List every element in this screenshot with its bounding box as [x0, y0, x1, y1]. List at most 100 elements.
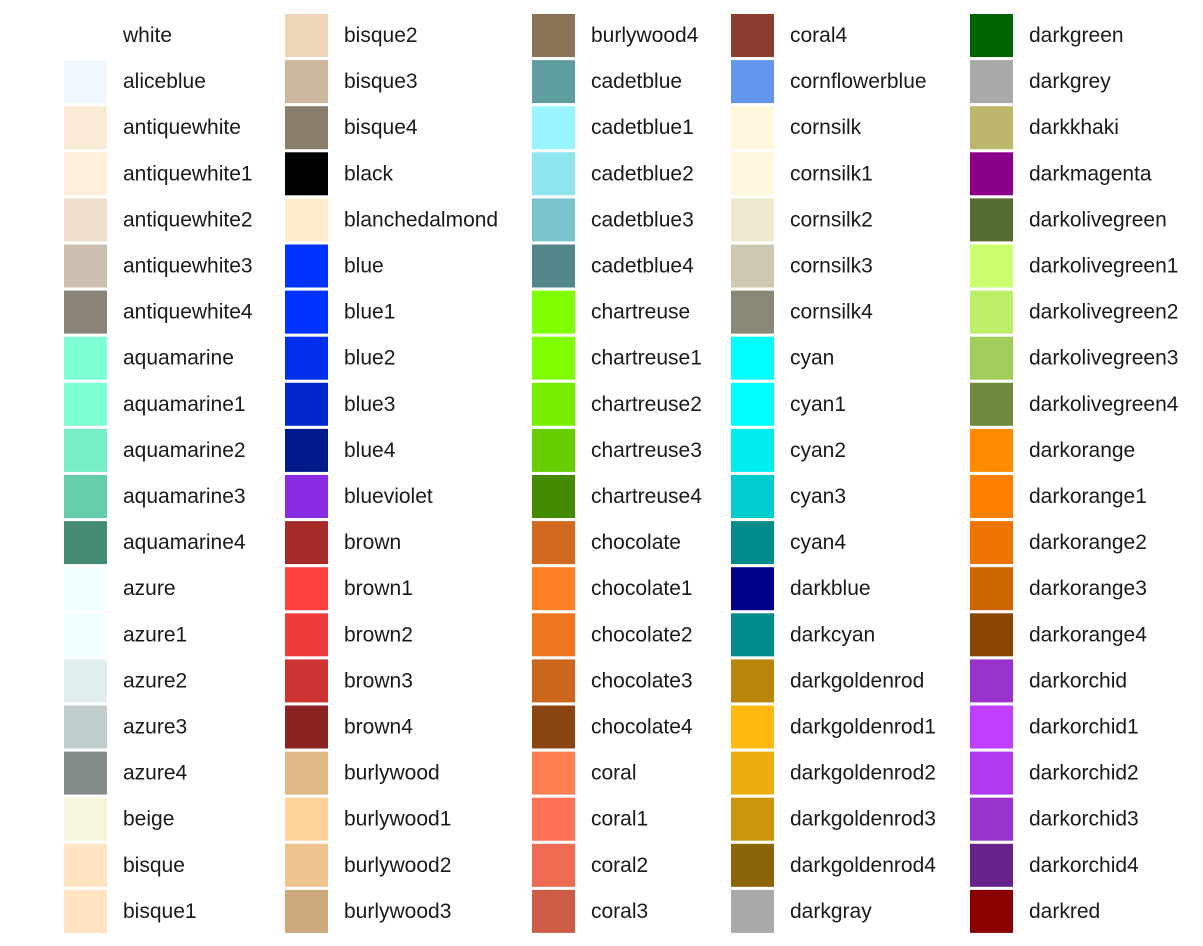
color-label: darkgray	[790, 900, 872, 923]
color-swatch	[64, 60, 107, 104]
color-label: chocolate1	[591, 577, 693, 600]
color-label: darkmagenta	[1029, 162, 1152, 185]
swatch-column: white aliceblue antiquewhite antiquewhite1 a…	[64, 14, 253, 933]
color-swatch	[285, 60, 328, 104]
color-swatch	[532, 889, 575, 933]
color-swatch	[731, 290, 774, 334]
color-label: blueviolet	[344, 485, 433, 508]
color-label: chocolate3	[591, 669, 693, 692]
color-swatch	[64, 521, 107, 565]
color-swatch	[970, 14, 1013, 57]
color-label: brown4	[344, 716, 413, 739]
color-label: darkorange1	[1029, 485, 1147, 508]
color-swatch	[532, 797, 575, 841]
color-label: azure3	[123, 716, 187, 739]
color-label: bisque	[123, 854, 185, 877]
color-label: blue3	[344, 393, 395, 416]
color-label: darkblue	[790, 577, 871, 600]
color-swatch	[64, 705, 107, 749]
color-swatch	[285, 475, 328, 518]
color-swatch	[64, 659, 107, 703]
color-swatch	[532, 336, 575, 380]
color-swatch	[970, 567, 1013, 611]
color-swatch	[970, 705, 1013, 749]
color-label: aliceblue	[123, 70, 206, 93]
color-label: antiquewhite4	[123, 301, 253, 324]
color-label: coral4	[790, 24, 848, 47]
color-swatch	[285, 613, 328, 657]
color-swatch	[532, 521, 575, 565]
color-label: cyan2	[790, 439, 846, 462]
color-label: aquamarine3	[123, 485, 246, 508]
color-swatch	[285, 705, 328, 749]
color-swatch	[64, 106, 107, 150]
color-label: darkorange	[1029, 439, 1135, 462]
color-swatch	[532, 705, 575, 749]
color-swatch	[64, 613, 107, 657]
color-swatch	[970, 843, 1013, 887]
color-label: darkorchid	[1029, 669, 1127, 692]
color-label: burlywood3	[344, 900, 451, 923]
color-swatch	[532, 106, 575, 150]
color-label: azure	[123, 577, 176, 600]
color-label: bisque2	[344, 24, 418, 47]
color-swatch	[731, 198, 774, 242]
color-swatch	[64, 244, 107, 288]
color-label: burlywood1	[344, 808, 451, 831]
color-label: darkgoldenrod3	[790, 808, 936, 831]
color-swatch	[731, 336, 774, 380]
color-swatch	[970, 797, 1013, 841]
color-label: darkorchid1	[1029, 716, 1139, 739]
color-label: cadetblue4	[591, 255, 694, 278]
swatch-column: bisque2 bisque3 bisque4 black blanchedalmond…	[285, 14, 498, 933]
color-label: darkorchid4	[1029, 854, 1139, 877]
color-swatch	[64, 336, 107, 380]
color-swatch	[64, 567, 107, 611]
color-swatch	[731, 797, 774, 841]
swatch-column: darkgreen darkgrey darkkhaki darkmagenta dar…	[970, 14, 1179, 933]
color-label: coral1	[591, 808, 648, 831]
color-swatch	[970, 659, 1013, 703]
color-label: cyan	[790, 347, 834, 370]
color-label: bisque1	[123, 900, 197, 923]
color-swatch	[285, 198, 328, 242]
color-swatch	[532, 198, 575, 242]
color-swatch	[970, 106, 1013, 150]
color-swatch	[532, 613, 575, 657]
color-label: darkcyan	[790, 623, 875, 646]
color-label: bisque3	[344, 70, 418, 93]
swatch-column: burlywood4 cadetblue cadetblue1 cadetblue2 c…	[532, 14, 702, 933]
color-swatch	[285, 290, 328, 334]
color-label: blue1	[344, 301, 395, 324]
color-swatch	[64, 198, 107, 242]
color-swatch	[731, 659, 774, 703]
color-swatch	[970, 751, 1013, 795]
color-swatch	[285, 152, 328, 196]
color-label: antiquewhite	[123, 116, 241, 139]
color-swatch	[64, 428, 107, 472]
color-label: chartreuse2	[591, 393, 702, 416]
color-label: chartreuse4	[591, 485, 702, 508]
color-swatch	[731, 428, 774, 472]
color-label: darkgreen	[1029, 24, 1124, 47]
color-swatch	[532, 751, 575, 795]
color-swatch	[532, 290, 575, 334]
color-label: darkorchid3	[1029, 808, 1139, 831]
color-swatch	[731, 705, 774, 749]
color-swatch	[731, 244, 774, 288]
color-swatch	[731, 60, 774, 104]
color-label: chartreuse	[591, 301, 690, 324]
color-swatch	[970, 382, 1013, 426]
color-swatch	[285, 751, 328, 795]
color-label: darkolivegreen3	[1029, 347, 1178, 370]
color-label: brown3	[344, 669, 413, 692]
color-swatch	[64, 843, 107, 887]
color-label: darkgoldenrod2	[790, 762, 936, 785]
color-swatch	[532, 428, 575, 472]
color-label: cornsilk3	[790, 255, 873, 278]
color-swatch	[64, 889, 107, 933]
color-label: beige	[123, 808, 174, 831]
color-swatch	[970, 889, 1013, 933]
color-label: cornsilk2	[790, 208, 873, 231]
color-label: antiquewhite3	[123, 255, 253, 278]
